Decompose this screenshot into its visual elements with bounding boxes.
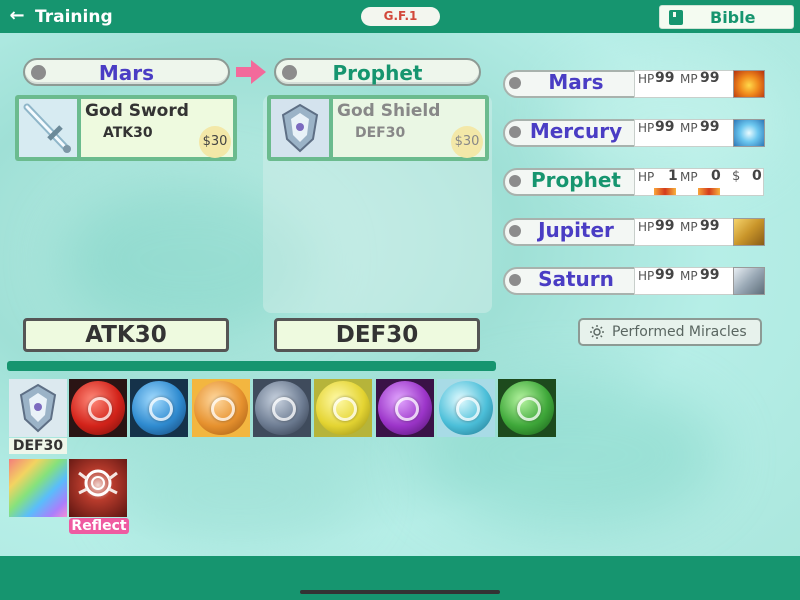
book-icon xyxy=(669,10,683,25)
gf-badge: G.F.1 xyxy=(361,7,440,26)
cyan-ring-icon xyxy=(439,381,493,435)
hp-value: 99 xyxy=(655,70,675,86)
reflect-swirl-icon xyxy=(78,469,118,497)
transfer-arrow-icon xyxy=(236,60,266,84)
page-title: Training xyxy=(35,7,113,27)
to-character-pill[interactable]: Prophet xyxy=(274,58,481,86)
shield-icon xyxy=(19,383,57,433)
inventory-item-rainbow-cape[interactable] xyxy=(9,459,67,517)
top-bar: ← Training G.F.1 Bible xyxy=(0,0,800,33)
home-indicator[interactable] xyxy=(300,590,500,594)
sword-icon xyxy=(19,99,77,157)
hp-label: HP xyxy=(638,170,655,184)
hp-value: 99 xyxy=(655,119,675,135)
money-label: $ xyxy=(732,169,741,184)
green-ring-icon xyxy=(500,381,554,435)
stat-panel: HP 1 MP 0 $ 0 xyxy=(634,168,764,196)
item-name: God Shield xyxy=(337,101,441,121)
saturn-portrait-icon xyxy=(733,267,765,295)
character-name: Jupiter xyxy=(538,218,614,242)
price-coin: $30 xyxy=(199,126,231,158)
hp-value: 99 xyxy=(655,218,675,234)
hp-label: HP xyxy=(638,121,655,135)
inventory-item-purple-ring[interactable] xyxy=(376,379,434,437)
rainbow-cape-icon xyxy=(9,459,67,517)
item-name: God Sword xyxy=(85,101,189,121)
mp-value: 0 xyxy=(711,168,721,184)
hp-value: 1 xyxy=(668,168,678,184)
roster-row-saturn[interactable]: Saturn HP 99 MP 99 $ 99 xyxy=(503,267,765,295)
price-coin: $30 xyxy=(451,126,483,158)
mp-value: 99 xyxy=(700,119,720,135)
hp-label: HP xyxy=(638,220,655,234)
item-stat: DEF30 xyxy=(355,125,406,141)
mp-label: MP xyxy=(680,220,698,234)
bible-label: Bible xyxy=(710,8,756,27)
background-cloud xyxy=(120,440,360,550)
mp-value: 99 xyxy=(700,267,720,283)
to-character-name: Prophet xyxy=(332,61,423,85)
inventory-item-cyan-ring[interactable] xyxy=(437,379,495,437)
inventory-item-red-ring[interactable] xyxy=(69,379,127,437)
roster-row-mercury[interactable]: Mercury HP 99 MP 99 $ 99 xyxy=(503,119,765,147)
inventory-item-yellow-ring[interactable] xyxy=(314,379,372,437)
mp-label: MP xyxy=(680,72,698,86)
performed-miracles-button[interactable]: Performed Miracles xyxy=(578,318,762,346)
mp-label: MP xyxy=(680,170,698,184)
shield-icon xyxy=(271,99,329,157)
yellow-ring-icon xyxy=(316,381,370,435)
mp-label: MP xyxy=(680,121,698,135)
roster-row-prophet[interactable]: Prophet HP 1 MP 0 $ 0 xyxy=(503,168,764,196)
blue-ring-icon xyxy=(132,381,186,435)
mars-portrait-icon xyxy=(733,70,765,98)
bible-button[interactable]: Bible xyxy=(659,5,794,29)
inventory-item-green-ring[interactable] xyxy=(498,379,556,437)
to-equipment-info: God Shield DEF30 $30 xyxy=(333,99,485,158)
roster-row-jupiter[interactable]: Jupiter HP 99 MP 99 $ 99 xyxy=(503,218,765,246)
mp-value: 99 xyxy=(700,218,720,234)
from-character-name: Mars xyxy=(98,61,155,85)
mp-value: 99 xyxy=(700,70,720,86)
mp-label: MP xyxy=(680,269,698,283)
inventory-item-label: Reflect xyxy=(69,518,129,534)
mp-meter xyxy=(698,188,720,195)
orange-ring-icon xyxy=(194,381,248,435)
gray-ring-icon xyxy=(255,381,309,435)
red-ring-icon xyxy=(71,381,125,435)
to-equipment-card[interactable]: God Shield DEF30 $30 xyxy=(267,95,489,161)
hp-label: HP xyxy=(638,72,655,86)
back-arrow-icon[interactable]: ← xyxy=(6,6,28,28)
to-total-box: DEF30 xyxy=(274,318,480,352)
character-name: Prophet xyxy=(531,168,621,192)
inventory-divider xyxy=(7,361,496,371)
character-name: Mercury xyxy=(529,119,623,143)
inventory-item-reflect[interactable] xyxy=(69,459,127,517)
character-name: Mars xyxy=(548,70,604,94)
inventory-item-blue-ring[interactable] xyxy=(130,379,188,437)
performed-miracles-label: Performed Miracles xyxy=(612,324,747,340)
jupiter-portrait-icon xyxy=(733,218,765,246)
from-equipment-card[interactable]: God Sword ATK30 $30 xyxy=(15,95,237,161)
inventory-item-gray-ring[interactable] xyxy=(253,379,311,437)
character-name: Saturn xyxy=(538,267,614,291)
money-value: 0 xyxy=(752,168,762,184)
purple-ring-icon xyxy=(378,381,432,435)
from-total-box: ATK30 xyxy=(23,318,229,352)
hp-meter xyxy=(654,188,676,195)
inventory-item-shield[interactable] xyxy=(9,379,67,437)
hp-value: 99 xyxy=(655,267,675,283)
inventory-item-orange-ring[interactable] xyxy=(192,379,250,437)
from-character-pill[interactable]: Mars xyxy=(23,58,230,86)
inventory-item-label: DEF30 xyxy=(9,438,67,454)
item-stat: ATK30 xyxy=(103,125,153,141)
sparkle-icon xyxy=(590,325,604,339)
roster-row-mars[interactable]: Mars HP 99 MP 99 $ 99 xyxy=(503,70,765,98)
from-equipment-info: God Sword ATK30 $30 xyxy=(81,99,233,158)
hp-label: HP xyxy=(638,269,655,283)
mercury-portrait-icon xyxy=(733,119,765,147)
